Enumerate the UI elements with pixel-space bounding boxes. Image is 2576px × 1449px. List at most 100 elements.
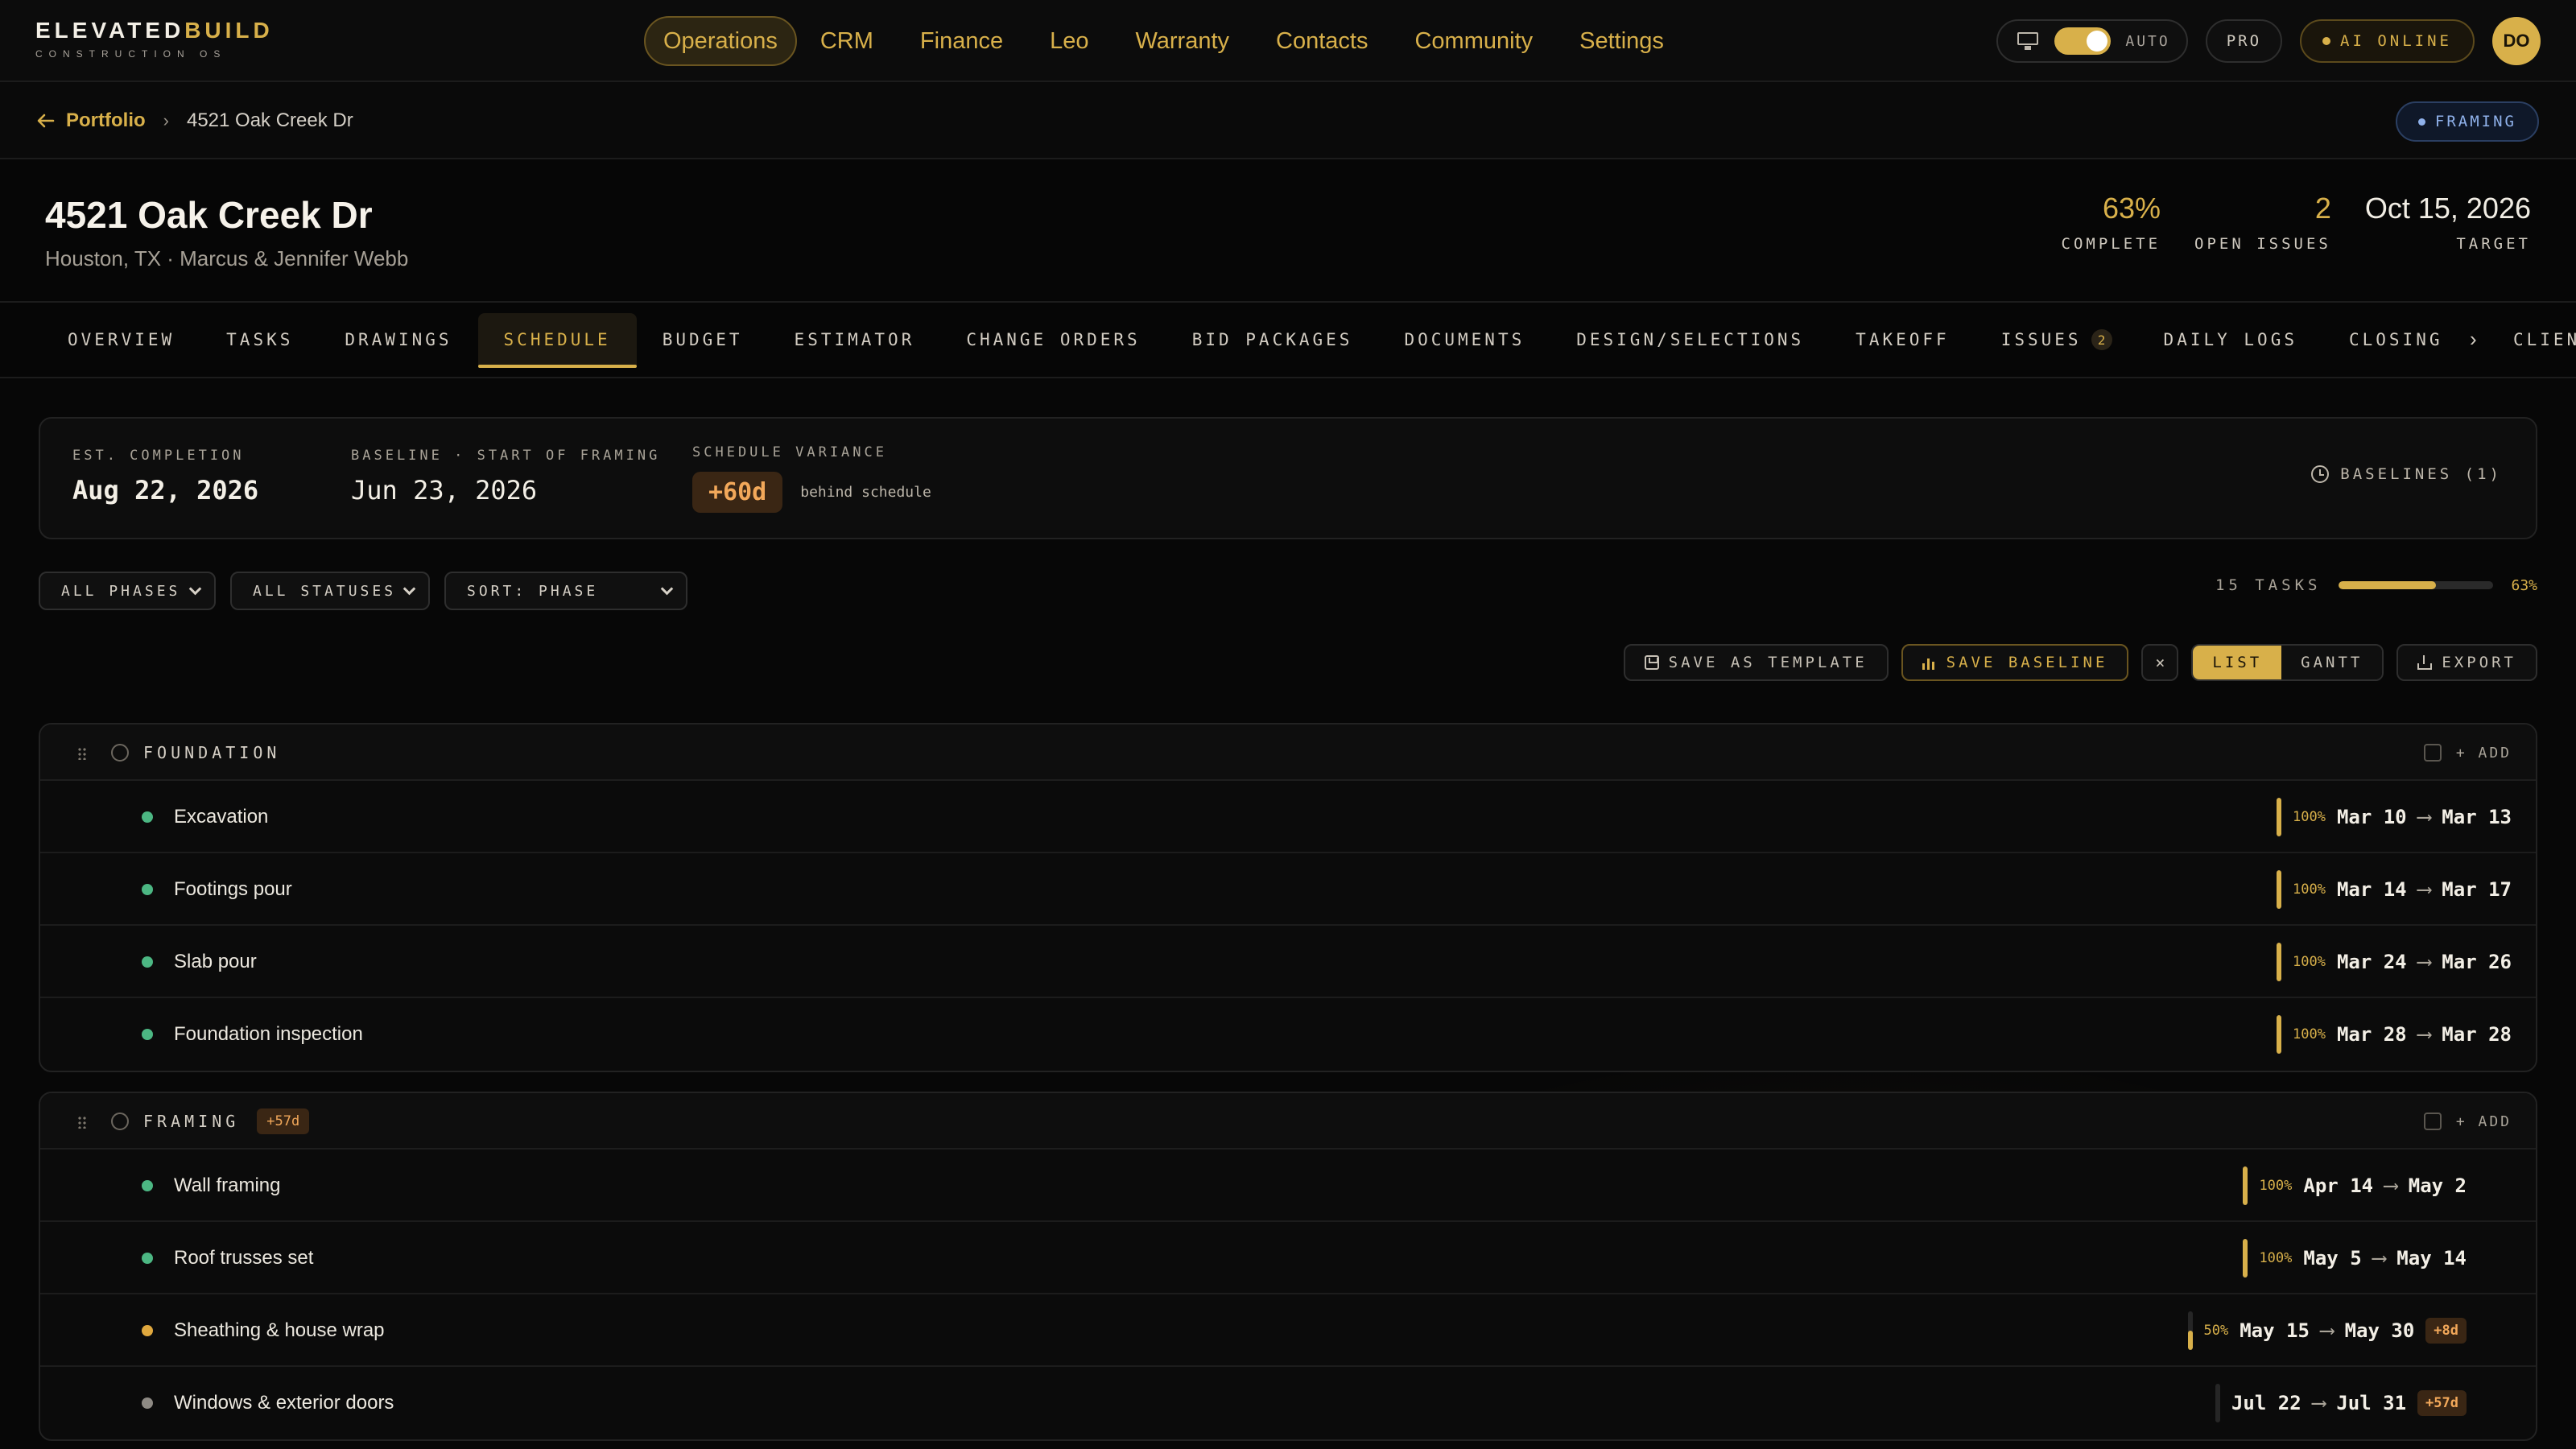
task-start-date: Mar 10 [2336, 806, 2407, 828]
nav-link-operations[interactable]: Operations [644, 16, 797, 66]
sort-select[interactable]: SORT: PHASE [444, 572, 687, 610]
tab-issues[interactable]: ISSUES 2 [1975, 313, 2138, 366]
add-task-button[interactable]: + ADD [2456, 1113, 2512, 1130]
drag-handle-icon[interactable] [77, 747, 87, 760]
task-dates: 50% May 15 ⟶ May 30 +8d [2187, 1294, 2467, 1367]
task-row[interactable]: Wall framing 100% Apr 14 ⟶ May 2 [40, 1150, 2536, 1222]
phase-filter-select[interactable]: ALL PHASES [39, 572, 216, 610]
task-name: Slab pour [174, 951, 257, 972]
nav-link-settings[interactable]: Settings [1556, 16, 1687, 66]
export-button[interactable]: EXPORT [2396, 644, 2537, 681]
tab-budget[interactable]: BUDGET [637, 313, 769, 366]
tabs-scroll-right-icon[interactable]: › [2470, 327, 2477, 352]
nav-link-finance[interactable]: Finance [897, 16, 1026, 66]
project-stats: 63% COMPLETE 2 OPEN ISSUES Oct 15, 2026 … [2062, 192, 2532, 253]
task-start-date: May 15 [2240, 1319, 2310, 1342]
task-row[interactable]: Slab pour 100% Mar 24 ⟶ Mar 26 [40, 926, 2536, 998]
select-all-checkbox[interactable] [2423, 744, 2442, 762]
brand-logo[interactable]: ELEVATEDBUILD CONSTRUCTION OS [35, 18, 274, 60]
task-end-date: Mar 13 [2442, 806, 2512, 828]
close-icon[interactable]: × [2141, 644, 2179, 681]
tab-takeoff[interactable]: TAKEOFF [1830, 313, 1975, 366]
tab-documents[interactable]: DOCUMENTS [1378, 313, 1550, 366]
nav-link-warranty[interactable]: Warranty [1112, 16, 1253, 66]
tab-clients-peek[interactable]: CLIEN [2513, 303, 2576, 377]
gantt-view-button[interactable]: GANTT [2281, 646, 2383, 679]
sort-value: SORT: PHASE [467, 582, 599, 600]
nav-link-crm[interactable]: CRM [797, 16, 897, 66]
task-dates: 100% Mar 28 ⟶ Mar 28 [2276, 998, 2512, 1071]
avatar[interactable]: DO [2492, 17, 2541, 65]
task-row[interactable]: Foundation inspection 100% Mar 28 ⟶ Mar 28 [40, 998, 2536, 1071]
list-view-button[interactable]: LIST [2193, 646, 2282, 679]
nav-link-leo[interactable]: Leo [1026, 16, 1112, 66]
phase-status-ring-icon[interactable] [111, 744, 129, 762]
task-row[interactable]: Sheathing & house wrap 50% May 15 ⟶ May 30 +8… [40, 1294, 2536, 1367]
auto-switch[interactable] [2054, 27, 2112, 55]
project-subtitle: Houston, TX · Marcus & Jennifer Webb [45, 246, 409, 270]
tab-drawings[interactable]: DRAWINGS [319, 313, 477, 366]
task-status-dot-icon [142, 1180, 153, 1191]
task-end-date: Mar 26 [2442, 951, 2512, 973]
tab-overview[interactable]: OVERVIEW [42, 313, 200, 366]
task-row[interactable]: Roof trusses set 100% May 5 ⟶ May 14 [40, 1222, 2536, 1294]
breadcrumb-back-link[interactable]: Portfolio [37, 109, 146, 132]
task-dates: 100% Mar 10 ⟶ Mar 13 [2276, 781, 2512, 853]
task-row[interactable]: Excavation 100% Mar 10 ⟶ Mar 13 [40, 781, 2536, 853]
save-baseline-button[interactable]: SAVE BASELINE [1901, 644, 2129, 681]
task-start-date: Mar 24 [2336, 951, 2407, 973]
schedule-variance: SCHEDULE VARIANCE +60d behind schedule [692, 444, 931, 513]
est-completion-value: Aug 22, 2026 [72, 475, 259, 506]
stat-open-issues[interactable]: 2 OPEN ISSUES [2194, 192, 2331, 253]
tab-daily-logs[interactable]: DAILY LOGS [2138, 313, 2323, 366]
task-start-date: May 5 [2303, 1247, 2362, 1269]
tab-row: OVERVIEW TASKS DRAWINGS SCHEDULE BUDGET ESTIM… [42, 303, 2469, 377]
task-row[interactable]: Footings pour 100% Mar 14 ⟶ Mar 17 [40, 853, 2536, 926]
baselines-button[interactable]: BASELINES (1) [2311, 465, 2502, 483]
task-percent: 100% [2259, 1250, 2293, 1266]
tab-label: TAKEOFF [1856, 330, 1950, 349]
progress-percent: 63% [2511, 576, 2537, 594]
ai-status-badge[interactable]: AI ONLINE [2300, 19, 2475, 63]
task-percent: 100% [2292, 881, 2326, 898]
tab-change-orders[interactable]: CHANGE ORDERS [940, 313, 1166, 366]
task-progress-fill [2276, 943, 2281, 981]
task-progress-bar [2276, 943, 2281, 981]
nav-link-community[interactable]: Community [1391, 16, 1556, 66]
phase-actions: + ADD [2423, 724, 2512, 781]
task-row[interactable]: Windows & exterior doors Jul 22 ⟶ Jul 31 +57… [40, 1367, 2536, 1439]
task-progress-fill [2276, 1015, 2281, 1054]
brand-subtitle: CONSTRUCTION OS [35, 48, 227, 60]
task-status-dot-icon [142, 884, 153, 895]
phase-slip-badge: +57d [257, 1108, 310, 1134]
tab-schedule[interactable]: SCHEDULE [477, 313, 637, 368]
task-status-dot-icon [142, 1253, 153, 1264]
status-filter-select[interactable]: ALL STATUSES [230, 572, 430, 610]
tab-estimator[interactable]: ESTIMATOR [769, 313, 941, 366]
save-template-button[interactable]: SAVE AS TEMPLATE [1623, 644, 1889, 681]
tab-design-selections[interactable]: DESIGN/SELECTIONS [1550, 313, 1830, 366]
task-percent: 100% [2259, 1178, 2293, 1194]
project-tabs: OVERVIEW TASKS DRAWINGS SCHEDULE BUDGET ESTIM… [0, 301, 2576, 378]
task-start-date: Jul 22 [2231, 1392, 2301, 1414]
tab-closing[interactable]: CLOSING [2323, 313, 2469, 366]
task-end-date: May 2 [2408, 1174, 2467, 1197]
est-completion-label: EST. COMPLETION [72, 448, 245, 464]
phase-status-ring-icon[interactable] [111, 1113, 129, 1130]
tab-bid-packages[interactable]: BID PACKAGES [1166, 313, 1379, 366]
breadcrumb-separator: › [163, 110, 169, 130]
task-dates: Jul 22 ⟶ Jul 31 +57d [2215, 1367, 2467, 1439]
tab-label: BID PACKAGES [1191, 330, 1353, 349]
est-completion: EST. COMPLETION Aug 22, 2026 [72, 448, 258, 506]
nav-link-contacts[interactable]: Contacts [1253, 16, 1391, 66]
add-task-button[interactable]: + ADD [2456, 745, 2512, 762]
plan-badge[interactable]: PRO [2205, 19, 2283, 63]
tab-tasks[interactable]: TASKS [200, 313, 319, 366]
tab-label: DESIGN/SELECTIONS [1576, 330, 1805, 349]
display-mode-toggle[interactable]: AUTO [1996, 19, 2188, 63]
phase-title: FOUNDATION [143, 743, 281, 762]
drag-handle-icon[interactable] [77, 1116, 87, 1129]
tab-label: BUDGET [662, 330, 743, 349]
filter-bar: ALL PHASES ALL STATUSES SORT: PHASE [39, 572, 687, 610]
select-all-checkbox[interactable] [2423, 1113, 2442, 1130]
